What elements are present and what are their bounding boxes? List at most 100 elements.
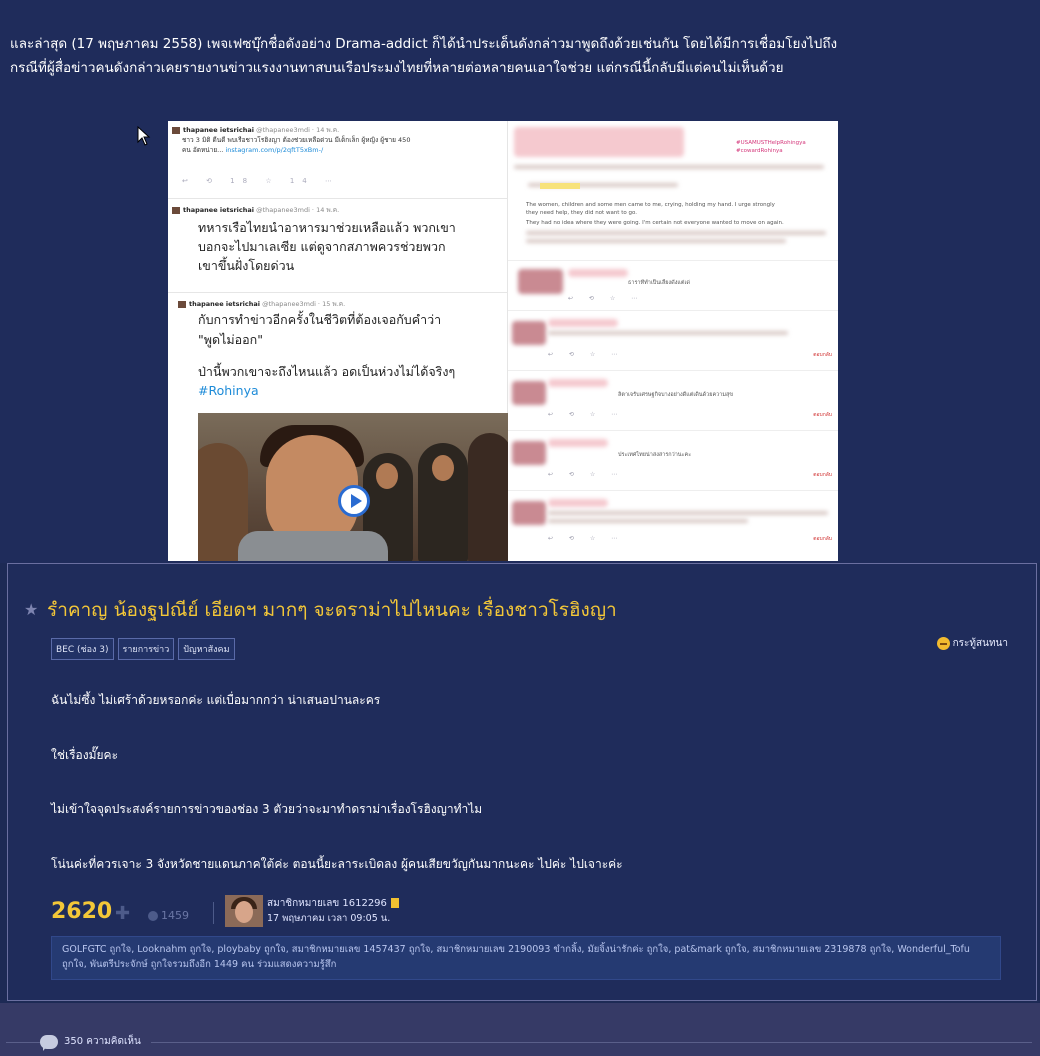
reply-actions: ↩ ⟲ ☆ ⋯	[548, 351, 625, 358]
blurred-name	[548, 439, 608, 447]
tweet-1: thapanee ietsrichai @thapanee3mdi · 14 พ…	[168, 121, 508, 199]
tweet-1-line-2: คน อัดหน่าย... instagram.com/p/2qftT5xBm…	[182, 145, 323, 155]
reply-row: ธาราที่ทำเป็นเลี้ยงดังแต่เด่ ↩ ⟲ ☆ ⋯	[508, 261, 838, 311]
intro-line-2: กรณีที่ผู้สื่อข่าวคนดังกล่าวเคยรายงานข่า…	[10, 60, 784, 76]
reply-text: ธาราที่ทำเป็นเลี้ยงดังแต่เด่	[628, 280, 690, 286]
tweet-handle: @thapanee3mdi · 14 พ.ค.	[256, 126, 340, 134]
post-title: รำคาญ น้องฐปณีย์ เอียดฯ มากๆ จะดราม่าไปไ…	[47, 599, 617, 621]
tweet-2-line-3: เขาขึ้นฝั่งโดยด่วน	[198, 258, 295, 273]
avatar	[178, 300, 186, 308]
tweet-2-line-1: ทหารเรือไทยนำอาหารมาช่วยเหลือแล้ว พวกเขา	[198, 220, 456, 235]
reply-row: ลิตาเจรับเศรษฐกิจบางอย่างดีแต่เดินด้วยคว…	[508, 371, 838, 431]
embedded-screenshot: thapanee ietsrichai @thapanee3mdi · 14 พ…	[168, 121, 838, 561]
tag-list: BEC (ช่อง 3) รายการข่าว ปัญหาสังคม	[51, 638, 235, 660]
reply-text: ลิตาเจรับเศรษฐกิจบางอย่างดีแต่เดินด้วยคว…	[618, 392, 734, 398]
tweet-author: thapanee ietsrichai	[189, 300, 261, 308]
avatar	[172, 126, 180, 134]
comments-bar: 350 ความคิดเห็น	[0, 1003, 1040, 1056]
reply-actions: ↩ ⟲ ☆ ⋯	[548, 471, 625, 478]
divider	[213, 902, 214, 924]
blurred-text	[548, 511, 828, 515]
emotion-count[interactable]: 1459	[148, 909, 189, 922]
reply-link: ตอบกลับ	[813, 472, 832, 478]
reply-link: ตอบกลับ	[813, 352, 832, 358]
forum-post: ★ รำคาญ น้องฐปณีย์ เอียดฯ มากๆ จะดราม่าไ…	[7, 563, 1037, 1001]
hashtag-1: #USAMUSTHelpRohingya	[736, 140, 806, 146]
tweet-1-header: thapanee ietsrichai @thapanee3mdi · 14 พ…	[172, 125, 339, 135]
blurred-text	[548, 331, 788, 335]
video-person-face	[432, 455, 454, 481]
blurred-avatar	[512, 441, 546, 465]
post-date: 17 พฤษภาคม เวลา 09:05 น.	[267, 913, 391, 924]
blurred-name	[568, 269, 628, 277]
tweet-handle: @thapanee3mdi · 14 พ.ค.	[256, 206, 340, 214]
post-kind-label: กระทู้สนทนา	[952, 638, 1008, 649]
blurred-header	[514, 127, 684, 157]
post-paragraph: ไม่เข้าใจจุดประสงค์รายการข่าวของช่อง 3 ต…	[51, 802, 483, 816]
comments-count[interactable]: 350 ความคิดเห็น	[40, 1034, 151, 1051]
intro-section: และล่าสุด (17 พฤษภาคม 2558) เพจเฟซบุ๊กชื…	[0, 0, 1040, 563]
post-paragraph: ฉันไม่ซึ้ง ไม่เศร้าด้วยหรอกค่ะ แต่เบื่อม…	[51, 693, 381, 707]
reply-row: ↩ ⟲ ☆ ⋯ ตอบกลับ	[508, 311, 838, 371]
emotion-count-value: 1459	[161, 909, 189, 922]
blurred-name	[548, 499, 608, 507]
chat-icon	[936, 637, 950, 650]
tweet-2: thapanee ietsrichai @thapanee3mdi · 14 พ…	[168, 201, 508, 293]
intro-line-1: และล่าสุด (17 พฤษภาคม 2558) เพจเฟซบุ๊กชื…	[10, 36, 838, 52]
tweet-3-line-3: ป่านี้พวกเขาจะถึงไหนแล้ว อดเป็นห่วงไม่ได…	[198, 364, 456, 379]
blurred-avatar	[512, 321, 546, 345]
comment-icon	[40, 1034, 58, 1051]
reply-link: ตอบกลับ	[813, 412, 832, 418]
tweet-author: thapanee ietsrichai	[183, 126, 255, 134]
blurred-avatar	[518, 269, 563, 294]
tag-news-program[interactable]: รายการข่าว	[117, 638, 175, 660]
blurred-avatar	[512, 381, 546, 405]
tweet-3-header: thapanee ietsrichai @thapanee3mdi · 15 พ…	[178, 299, 345, 309]
cursor-icon	[137, 126, 151, 146]
video-thumbnail[interactable]	[198, 413, 508, 561]
tweet-2-header: thapanee ietsrichai @thapanee3mdi · 14 พ…	[172, 205, 339, 215]
blurred-text	[514, 165, 824, 169]
video-person	[468, 433, 508, 561]
emotion-icon	[148, 911, 158, 921]
blurred-text	[526, 231, 826, 235]
reply-link: ตอบกลับ	[813, 536, 832, 542]
page: และล่าสุด (17 พฤษภาคม 2558) เพจเฟซบุ๊กชื…	[0, 0, 1040, 1056]
author-name-text: สมาชิกหมายเลข 1612296	[267, 898, 387, 909]
intro-text: และล่าสุด (17 พฤษภาคม 2558) เพจเฟซบุ๊กชื…	[10, 32, 1035, 80]
tag-social-problem[interactable]: ปัญหาสังคม	[178, 638, 235, 660]
highlight	[540, 183, 580, 189]
twitter-column: thapanee ietsrichai @thapanee3mdi · 14 พ…	[168, 121, 508, 561]
divider	[6, 1042, 1032, 1043]
reply-actions: ↩ ⟲ ☆ ⋯	[568, 295, 645, 302]
tweet-1-link: instagram.com/p/2qftT5xBm-/	[225, 146, 324, 154]
tweet-3-hashtag: #Rohinya	[198, 383, 259, 398]
tweet-3-line-1: กับการทำข่าวอีกครั้งในชีวิตที่ต้องเจอกับ…	[198, 312, 442, 327]
tag-bec[interactable]: BEC (ช่อง 3)	[51, 638, 114, 660]
post-paragraph: โน่นค่ะที่ควรเจาะ 3 จังหวัดชายแดนภาคใต้ค…	[51, 857, 623, 871]
reply-actions: ↩ ⟲ ☆ ⋯	[548, 535, 625, 542]
tweet-2-line-2: บอกจะไปมาเลเซีย แต่ดูจากสภาพควรช่วยพวก	[198, 239, 446, 254]
blurred-name	[548, 379, 608, 387]
member-badge-icon	[390, 898, 399, 908]
avatar[interactable]	[225, 895, 263, 927]
blurred-text	[548, 519, 748, 523]
tweet-1-line-1: ชาว 3 มิติ ดีนดี พบเรือชาวโรฮิงญา ต้องช่…	[182, 136, 411, 144]
tweet-author: thapanee ietsrichai	[183, 206, 255, 214]
quote-line-2: they need help, they did not want to go.	[526, 210, 637, 216]
tweet-actions: ↩ ⟲ 18 ☆ 14 ⋯	[182, 177, 340, 185]
quote-line-3: They had no idea where they were going. …	[526, 220, 784, 226]
play-icon[interactable]	[338, 485, 370, 517]
post-paragraph: ใช่เรื่องมั๊ยคะ	[51, 748, 119, 762]
plus-icon[interactable]: ✚	[115, 903, 130, 924]
comments-count-label: 350 ความคิดเห็น	[64, 1036, 141, 1047]
reply-quote: #USAMUSTHelpRohingya #cowardRohinya The …	[508, 121, 838, 261]
blurred-name	[548, 319, 618, 327]
author-name[interactable]: สมาชิกหมายเลข 1612296	[267, 896, 399, 911]
reply-column: #USAMUSTHelpRohingya #cowardRohinya The …	[508, 121, 838, 561]
tweet-1-text: คน อัดหน่าย...	[182, 146, 224, 154]
reply-row: ประเทศไทยน่าสงสารกว่านะคะ ↩ ⟲ ☆ ⋯ ตอบกลั…	[508, 431, 838, 491]
star-icon[interactable]: ★	[24, 600, 38, 619]
tweet-handle: @thapanee3mdi · 15 พ.ค.	[262, 300, 346, 308]
likers-box: GOLFGTC ถูกใจ, Looknahm ถูกใจ, ploybaby …	[51, 936, 1001, 980]
